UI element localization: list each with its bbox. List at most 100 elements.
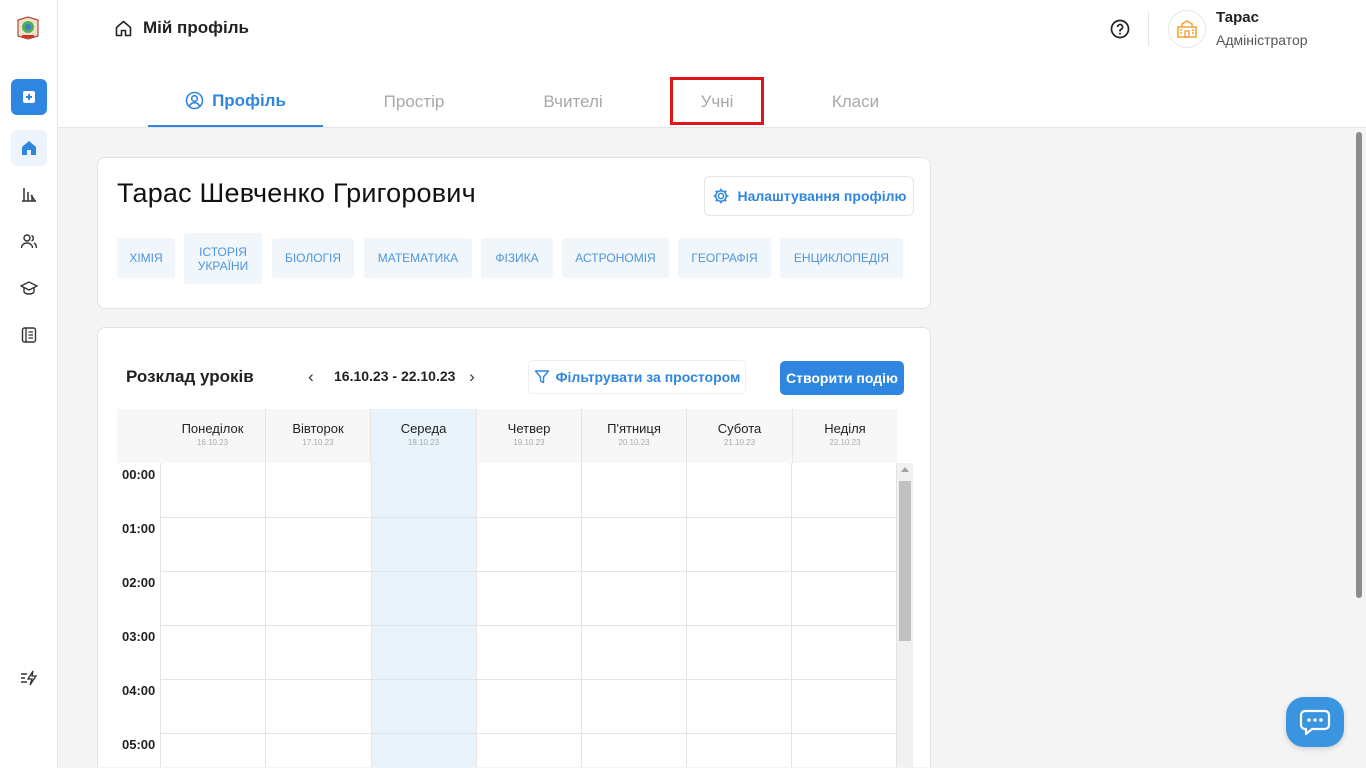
prev-week-button[interactable]: ‹ <box>304 367 318 386</box>
grid-line <box>160 625 897 626</box>
grid-line <box>160 733 897 734</box>
calendar-header: Понеділок 16.10.23 Вівторок 17.10.23 Серед… <box>117 409 897 463</box>
calendar-scrollbar[interactable] <box>897 463 913 767</box>
schedule-title: Розклад уроків <box>126 367 254 386</box>
subject-chip[interactable]: МАТЕМАТИКА <box>364 238 472 278</box>
day-name: Понеділок <box>181 421 244 436</box>
analytics-icon <box>22 188 36 202</box>
day-name: П'ятниця <box>607 421 661 436</box>
grid-line <box>265 463 266 767</box>
tab-label: Простір <box>383 91 445 111</box>
user-name: Тарас <box>1216 9 1259 26</box>
sidebar-item-journal[interactable] <box>11 317 47 353</box>
filter-by-space-button[interactable]: Фільтрувати за простором <box>528 360 746 394</box>
day-name: Вівторок <box>292 421 344 436</box>
day-date: 18.10.23 <box>407 438 440 447</box>
day-name: Субота <box>717 421 762 436</box>
sidebar-item-classes[interactable] <box>11 270 47 306</box>
subject-chip[interactable]: ЕНЦИКЛОПЕДІЯ <box>780 238 903 278</box>
grid-line <box>160 679 897 680</box>
scrollbar-thumb[interactable] <box>1356 132 1362 598</box>
sidebar <box>0 0 58 768</box>
home-outline-icon <box>115 20 132 36</box>
week-range: 16.10.23 - 22.10.23 <box>334 368 456 384</box>
schedule-card: Розклад уроків ‹ 16.10.23 - 22.10.23 › Ф… <box>97 327 931 767</box>
day-header-today: Середа 18.10.23 <box>370 409 476 463</box>
day-name: Четвер <box>507 421 551 436</box>
next-week-button[interactable]: › <box>465 367 479 386</box>
week-calendar: Понеділок 16.10.23 Вівторок 17.10.23 Серед… <box>117 409 913 767</box>
day-header: Субота 21.10.23 <box>686 409 792 463</box>
time-label: 05:00 <box>122 737 156 752</box>
profile-tabs: Профіль Простір Вчителі Учні Класи <box>148 76 918 128</box>
tab-teachers[interactable]: Вчителі <box>505 76 641 127</box>
subject-chip[interactable]: ФІЗИКА <box>481 238 553 278</box>
day-date: 22.10.23 <box>829 438 861 447</box>
graduation-cap-icon <box>20 281 38 295</box>
sidebar-item-home[interactable] <box>11 130 47 166</box>
profile-name: Тарас Шевченко Григорович <box>117 178 476 208</box>
calendar-grid[interactable]: 00:00 01:00 02:00 03:00 04:00 05:00 <box>117 463 897 767</box>
sidebar-item-analytics[interactable] <box>11 176 47 212</box>
home-icon <box>22 141 36 155</box>
journal-icon <box>21 327 37 343</box>
profile-settings-button[interactable]: Налаштування профілю <box>704 176 914 216</box>
chat-button[interactable] <box>1286 697 1344 747</box>
subject-chip[interactable]: ГЕОГРАФІЯ <box>678 238 771 278</box>
profile-card: Тарас Шевченко Григорович Налаштування п… <box>97 157 931 309</box>
tab-profile[interactable]: Профіль <box>148 76 323 127</box>
day-header: Четвер 19.10.23 <box>476 409 581 463</box>
grid-line <box>160 463 161 767</box>
day-name: Неділя <box>824 421 866 436</box>
user-role: Адміністратор <box>1216 32 1308 48</box>
day-header: Вівторок 17.10.23 <box>265 409 370 463</box>
day-header: Понеділок 16.10.23 <box>160 409 265 463</box>
day-header: Неділя 22.10.23 <box>792 409 897 463</box>
sidebar-item-quick-actions[interactable] <box>11 660 47 696</box>
create-event-button[interactable]: Створити подію <box>780 361 904 395</box>
time-label: 02:00 <box>122 575 156 590</box>
time-label: 04:00 <box>122 683 156 698</box>
day-name: Середа <box>400 421 447 436</box>
subject-chip[interactable]: ХІМІЯ <box>117 238 175 278</box>
grid-line <box>371 463 372 767</box>
tab-label: Профіль <box>212 90 286 110</box>
grid-line <box>791 463 792 767</box>
help-icon[interactable] <box>1109 18 1131 40</box>
filter-label: Фільтрувати за простором <box>555 369 741 385</box>
school-logo-icon[interactable] <box>14 14 42 42</box>
page-scrollbar[interactable] <box>1352 128 1366 768</box>
quick-actions-icon <box>21 670 38 686</box>
subject-chip[interactable]: БІОЛОГІЯ <box>272 238 354 278</box>
tab-space[interactable]: Простір <box>323 76 505 127</box>
top-header: Мій профіль Тарас Адміністратор Профіль … <box>58 0 1366 128</box>
breadcrumb: Мій профіль <box>114 18 249 38</box>
grid-line <box>581 463 582 767</box>
avatar[interactable] <box>1168 10 1206 48</box>
user-circle-icon <box>185 91 204 110</box>
scroll-up-arrow-icon[interactable] <box>901 467 909 472</box>
day-header: П'ятниця 20.10.23 <box>581 409 686 463</box>
day-date: 19.10.23 <box>513 438 545 447</box>
add-button[interactable] <box>11 79 47 115</box>
grid-line <box>160 571 897 572</box>
tab-classes[interactable]: Класи <box>793 76 918 127</box>
subject-chip[interactable]: АСТРОНОМІЯ <box>562 238 669 278</box>
users-icon <box>20 234 38 249</box>
time-label: 00:00 <box>122 467 156 482</box>
sidebar-item-users[interactable] <box>11 223 47 259</box>
tab-label: Учні <box>700 91 734 111</box>
add-icon <box>23 91 35 103</box>
grid-line <box>160 517 897 518</box>
day-date: 17.10.23 <box>302 438 334 447</box>
time-label: 03:00 <box>122 629 156 644</box>
gear-icon <box>713 188 729 204</box>
grid-line <box>476 463 477 767</box>
tab-label: Вчителі <box>543 91 603 111</box>
time-label: 01:00 <box>122 521 156 536</box>
subject-chip[interactable]: ІСТОРІЯ УКРАЇНИ <box>184 233 262 284</box>
day-date: 20.10.23 <box>618 438 650 447</box>
scrollbar-thumb[interactable] <box>899 481 911 641</box>
tab-label: Класи <box>831 91 880 111</box>
tab-students[interactable]: Учні <box>641 76 793 127</box>
